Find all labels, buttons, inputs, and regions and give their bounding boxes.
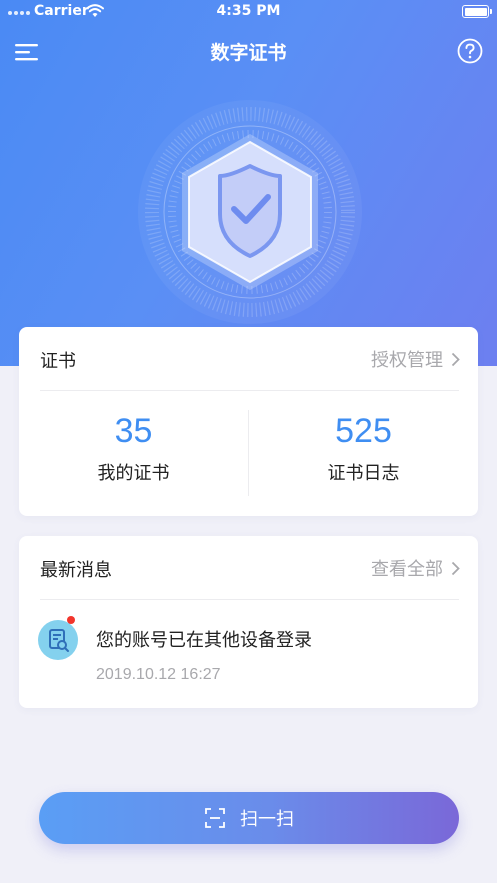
chevron-right-icon — [451, 352, 460, 366]
hero-header: Carrier 4:35 PM 数字证书 — [0, 0, 497, 366]
my-certificates-label: 我的证书 — [97, 463, 170, 484]
view-all-label: 查看全部 — [371, 559, 443, 580]
message-item[interactable]: 您的账号已在其他设备登录 2019.10.12 16:27 — [19, 600, 478, 708]
latest-messages-title: 最新消息 — [40, 560, 112, 581]
scan-button[interactable]: 扫一扫 — [39, 792, 459, 844]
message-doc-icon — [38, 620, 78, 660]
message-time: 2019.10.12 16:27 — [96, 666, 221, 683]
latest-messages-header: 最新消息 查看全部 — [19, 536, 478, 600]
scan-icon — [205, 808, 225, 828]
shield-check-icon — [138, 100, 362, 324]
status-time: 4:35 PM — [216, 3, 281, 19]
help-icon[interactable] — [457, 38, 483, 64]
menu-icon[interactable] — [14, 41, 40, 63]
certificate-log-stat[interactable]: 525 证书日志 — [249, 411, 478, 485]
page-title: 数字证书 — [210, 42, 287, 64]
message-text: 您的账号已在其他设备登录 — [96, 630, 312, 651]
unread-dot — [67, 616, 75, 624]
certificate-card-header: 证书 授权管理 — [19, 327, 478, 391]
my-certificates-stat[interactable]: 35 我的证书 — [19, 411, 248, 485]
certificate-log-count: 525 — [335, 412, 392, 450]
divider — [40, 390, 459, 391]
scan-button-label: 扫一扫 — [240, 809, 294, 830]
view-all-link[interactable]: 查看全部 — [371, 555, 460, 581]
certificate-log-label: 证书日志 — [327, 463, 400, 484]
certificate-card: 证书 授权管理 35 我的证书 525 证书日志 — [19, 327, 478, 516]
authorization-management-label: 授权管理 — [371, 350, 443, 371]
status-bar: Carrier 4:35 PM — [0, 0, 497, 24]
authorization-management-link[interactable]: 授权管理 — [371, 346, 460, 372]
chevron-right-icon — [451, 561, 460, 575]
nav-bar: 数字证书 — [0, 30, 497, 74]
my-certificates-count: 35 — [114, 412, 153, 450]
battery-icon — [462, 5, 492, 18]
certificate-card-title: 证书 — [40, 351, 76, 372]
latest-messages-card: 最新消息 查看全部 您的账号已在其他设备登录 2019.10.12 16:27 — [19, 536, 478, 708]
